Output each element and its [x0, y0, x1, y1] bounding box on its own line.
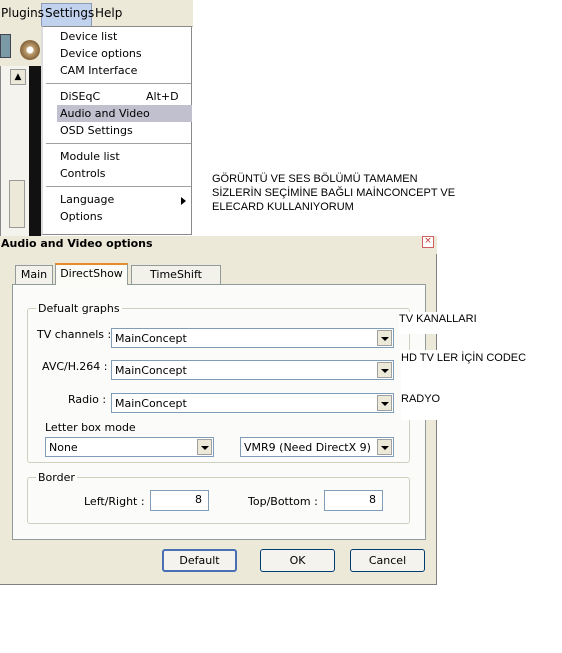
- settings-dropdown: Device list Device options CAM Interface…: [41, 26, 192, 235]
- renderer-value: VMR9 (Need DirectX 9): [244, 441, 371, 454]
- chevron-down-icon[interactable]: [377, 362, 392, 378]
- submenu-arrow-icon: [181, 197, 186, 205]
- menu-item-device-list[interactable]: Device list: [60, 30, 117, 43]
- radio-select[interactable]: MainConcept: [111, 393, 394, 413]
- chevron-down-icon[interactable]: [377, 330, 392, 346]
- letterbox-label: Letter box mode: [45, 421, 136, 434]
- menu-item-options[interactable]: Options: [60, 210, 102, 223]
- menu-item-module-list[interactable]: Module list: [60, 150, 120, 163]
- hd-note-box: HD TV LER İÇİN CODEC: [401, 350, 526, 388]
- tab-timeshift-buffer[interactable]: TimeShift buffer: [131, 265, 221, 299]
- radio-value: MainConcept: [115, 397, 187, 410]
- menu-separator: [46, 186, 191, 187]
- dialog-titlebar[interactable]: Audio and Video options: [0, 236, 437, 254]
- chevron-down-icon[interactable]: [377, 439, 392, 455]
- hd-note: HD TV LER İÇİN CODEC: [401, 352, 527, 364]
- menu-item-language[interactable]: Language: [60, 193, 114, 206]
- cancel-button[interactable]: Cancel: [350, 549, 425, 572]
- tv-channels-value: MainConcept: [115, 332, 187, 345]
- close-icon[interactable]: ×: [422, 236, 434, 248]
- annotation-note: GÖRÜNTÜ VE SES BÖLÜMÜ TAMAMEN SİZLERİN S…: [212, 172, 472, 214]
- menu-bar: Plugins Settings Help: [0, 0, 193, 27]
- letterbox-select[interactable]: None: [45, 437, 214, 457]
- default-button[interactable]: Default: [162, 549, 237, 572]
- menu-settings[interactable]: Settings: [45, 6, 94, 20]
- chevron-down-icon[interactable]: [377, 395, 392, 411]
- avc-select[interactable]: MainConcept: [111, 360, 394, 380]
- menu-separator: [46, 143, 191, 144]
- video-area-edge: [29, 66, 41, 236]
- menu-help[interactable]: Help: [95, 6, 122, 20]
- menu-item-osd-settings[interactable]: OSD Settings: [60, 124, 133, 137]
- avc-value: MainConcept: [115, 364, 187, 377]
- dialog-title: Audio and Video options: [1, 237, 153, 250]
- radio-note-box: RADYO: [401, 388, 441, 420]
- menu-item-device-options[interactable]: Device options: [60, 47, 142, 60]
- annotation-line: GÖRÜNTÜ VE SES BÖLÜMÜ TAMAMEN: [212, 173, 418, 185]
- annotation-line: SİZLERİN SEÇİMİNE BAĞLI MAİNCONCEPT VE: [212, 187, 456, 199]
- top-bottom-input[interactable]: 8: [324, 490, 383, 511]
- radio-note: RADYO: [401, 393, 441, 405]
- chevron-down-icon[interactable]: [197, 439, 212, 455]
- letterbox-value: None: [49, 441, 78, 454]
- avc-label: AVC/H.264 :: [42, 360, 108, 373]
- renderer-select[interactable]: VMR9 (Need DirectX 9): [240, 437, 394, 457]
- annotation-line: ELECARD KULLANIYORUM: [212, 201, 354, 213]
- tv-channels-select[interactable]: MainConcept: [111, 328, 394, 348]
- tab-main[interactable]: Main: [15, 265, 53, 285]
- default-graphs-legend: Defualt graphs: [36, 302, 122, 315]
- tv-channels-label: TV channels :: [37, 328, 112, 341]
- tv-channels-note: TV KANALLARI: [399, 313, 477, 325]
- menu-item-controls[interactable]: Controls: [60, 167, 106, 180]
- scroll-up-icon[interactable]: ▲: [10, 69, 26, 85]
- tv-channels-note-box: TV KANALLARI: [399, 312, 479, 334]
- menu-item-cam-interface[interactable]: CAM Interface: [60, 64, 137, 77]
- ok-button[interactable]: OK: [260, 549, 335, 572]
- tab-directshow[interactable]: DirectShow: [55, 263, 128, 285]
- border-legend: Border: [36, 471, 77, 484]
- top-bottom-label: Top/Bottom :: [248, 495, 318, 508]
- left-right-input[interactable]: 8: [150, 490, 209, 511]
- menu-separator: [46, 83, 191, 84]
- disc-icon[interactable]: [20, 40, 40, 60]
- left-right-label: Left/Right :: [84, 495, 145, 508]
- radio-label: Radio :: [68, 393, 107, 406]
- toolbar-icon[interactable]: [0, 34, 11, 58]
- menu-shortcut-diseqc: Alt+D: [146, 90, 179, 103]
- menu-item-audio-video[interactable]: Audio and Video: [60, 107, 150, 120]
- scroll-thumb[interactable]: [9, 180, 25, 228]
- menu-plugins[interactable]: Plugins: [1, 6, 44, 20]
- menu-item-diseqc[interactable]: DiSEqC: [60, 90, 100, 103]
